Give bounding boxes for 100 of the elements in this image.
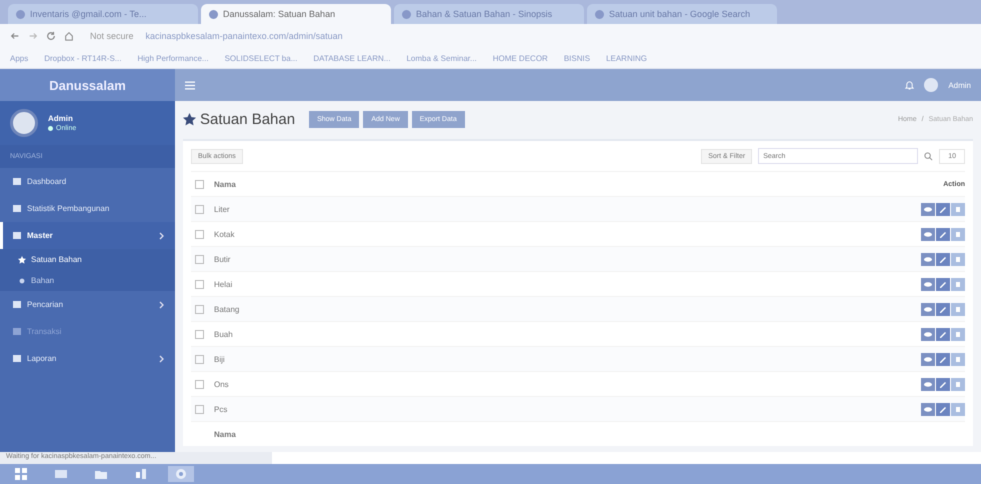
forward-icon[interactable] — [28, 31, 38, 41]
star-icon — [183, 112, 196, 126]
sidebar-subitem[interactable]: Satuan Bahan — [0, 249, 175, 270]
menu-item-icon — [13, 355, 21, 362]
view-icon[interactable] — [921, 302, 935, 316]
table-cell-text: Liter — [214, 204, 231, 214]
bookmark-link[interactable]: BISNIS — [564, 54, 590, 62]
checkbox[interactable] — [195, 304, 204, 314]
table-cell-text: Butir — [214, 254, 232, 264]
view-icon[interactable] — [921, 378, 935, 390]
checkbox[interactable] — [195, 254, 204, 264]
view-icon[interactable] — [921, 328, 935, 340]
checkbox[interactable] — [195, 280, 204, 288]
delete-icon[interactable] — [951, 228, 965, 240]
bookmark-link[interactable]: DATABASE LEARN... — [313, 54, 390, 62]
browser-tab[interactable]: Inventaris @gmail.com - Te... — [8, 4, 198, 24]
avatar-icon — [924, 78, 938, 92]
checkbox[interactable] — [195, 404, 204, 414]
menu-item-icon — [13, 301, 21, 308]
edit-icon[interactable] — [936, 252, 950, 266]
view-icon[interactable] — [921, 352, 935, 366]
checkbox[interactable] — [195, 180, 204, 188]
checkbox[interactable] — [195, 354, 204, 364]
menu-item-icon — [13, 328, 21, 335]
bookmark-link[interactable]: High Performance... — [137, 54, 209, 62]
menu-item-icon — [13, 178, 21, 185]
chevron-icon — [159, 354, 165, 362]
browser-tab[interactable]: Bahan & Satuan Bahan - Sinopsis — [394, 4, 584, 24]
avatar-icon — [10, 109, 38, 137]
table-cell-text: Ons — [214, 380, 230, 388]
browser-tab[interactable]: Danussalam: Satuan Bahan — [201, 4, 391, 24]
menu-item-icon — [13, 205, 21, 212]
delete-icon[interactable] — [951, 352, 965, 366]
sidebar-item[interactable]: Master — [0, 222, 175, 249]
edit-icon[interactable] — [936, 402, 950, 416]
browser-tab[interactable]: Satuan unit bahan - Google Search — [587, 4, 777, 24]
search-icon[interactable] — [924, 152, 934, 160]
bookmark-link[interactable]: Apps — [10, 54, 28, 62]
view-icon[interactable] — [921, 278, 935, 290]
globe-icon — [402, 10, 411, 18]
sidebar-item[interactable]: Transaksi — [0, 318, 175, 345]
table-cell-text: Batang — [214, 304, 240, 314]
table-cell-text: Kotak — [214, 230, 236, 238]
menu-item-icon — [13, 232, 21, 239]
column-footer: Nama — [214, 430, 965, 438]
edit-icon[interactable] — [936, 228, 950, 240]
back-icon[interactable] — [10, 31, 20, 41]
sidebar-item[interactable]: Pencarian — [0, 291, 175, 318]
globe-icon — [209, 10, 218, 18]
chevron-icon — [159, 300, 165, 308]
status-dot-icon — [48, 126, 53, 131]
column-header[interactable]: Nama — [214, 180, 934, 188]
bookmark-link[interactable]: HOME DECOR — [492, 54, 548, 62]
table-cell-text: Buah — [214, 330, 234, 338]
edit-icon[interactable] — [936, 302, 950, 316]
checkbox[interactable] — [195, 204, 204, 214]
delete-icon[interactable] — [951, 302, 965, 316]
edit-icon[interactable] — [936, 352, 950, 366]
sidebar-subitem[interactable]: Bahan — [0, 270, 175, 291]
home-icon[interactable] — [64, 31, 74, 41]
edit-icon[interactable] — [936, 378, 950, 390]
delete-icon[interactable] — [951, 402, 965, 416]
delete-icon[interactable] — [951, 202, 965, 216]
star-icon — [18, 256, 26, 264]
bell-icon[interactable] — [905, 80, 914, 90]
delete-icon[interactable] — [951, 252, 965, 266]
browser-icon[interactable] — [168, 466, 194, 482]
reload-icon[interactable] — [46, 31, 56, 41]
delete-icon[interactable] — [951, 278, 965, 290]
checkbox[interactable] — [195, 380, 204, 388]
view-icon[interactable] — [921, 402, 935, 416]
user-name[interactable]: Admin — [948, 80, 971, 90]
menu-icon[interactable] — [185, 80, 195, 90]
edit-icon[interactable] — [936, 328, 950, 340]
delete-icon[interactable] — [951, 328, 965, 340]
globe-icon — [16, 10, 25, 18]
table-cell-text: Pcs — [214, 404, 228, 414]
bookmark-link[interactable]: LEARNING — [606, 54, 647, 62]
globe-icon — [595, 10, 604, 18]
edit-icon[interactable] — [936, 278, 950, 290]
view-icon[interactable] — [921, 252, 935, 266]
view-icon[interactable] — [921, 202, 935, 216]
checkbox[interactable] — [195, 330, 204, 338]
page-title: Satuan Bahan — [200, 110, 296, 128]
sidebar-item[interactable]: Laporan — [0, 345, 175, 372]
dot-icon — [18, 276, 26, 284]
table-cell-text: Biji — [214, 354, 226, 364]
edit-icon[interactable] — [936, 202, 950, 216]
bookmark-link[interactable]: SOLIDSELECT ba... — [224, 54, 298, 62]
view-icon[interactable] — [921, 228, 935, 240]
bookmark-link[interactable]: Lomba & Seminar... — [406, 54, 477, 62]
sidebar-item[interactable]: Statistik Pembangunan — [0, 195, 175, 222]
delete-icon[interactable] — [951, 378, 965, 390]
brand-title: Danussalam — [0, 69, 175, 101]
chevron-icon — [159, 232, 165, 240]
bookmark-link[interactable]: Dropbox - RT14R-S... — [44, 54, 122, 62]
user-name: Admin — [48, 114, 74, 123]
table-cell-text: Helai — [214, 280, 234, 288]
checkbox[interactable] — [195, 230, 204, 238]
sidebar-item[interactable]: Dashboard — [0, 168, 175, 195]
